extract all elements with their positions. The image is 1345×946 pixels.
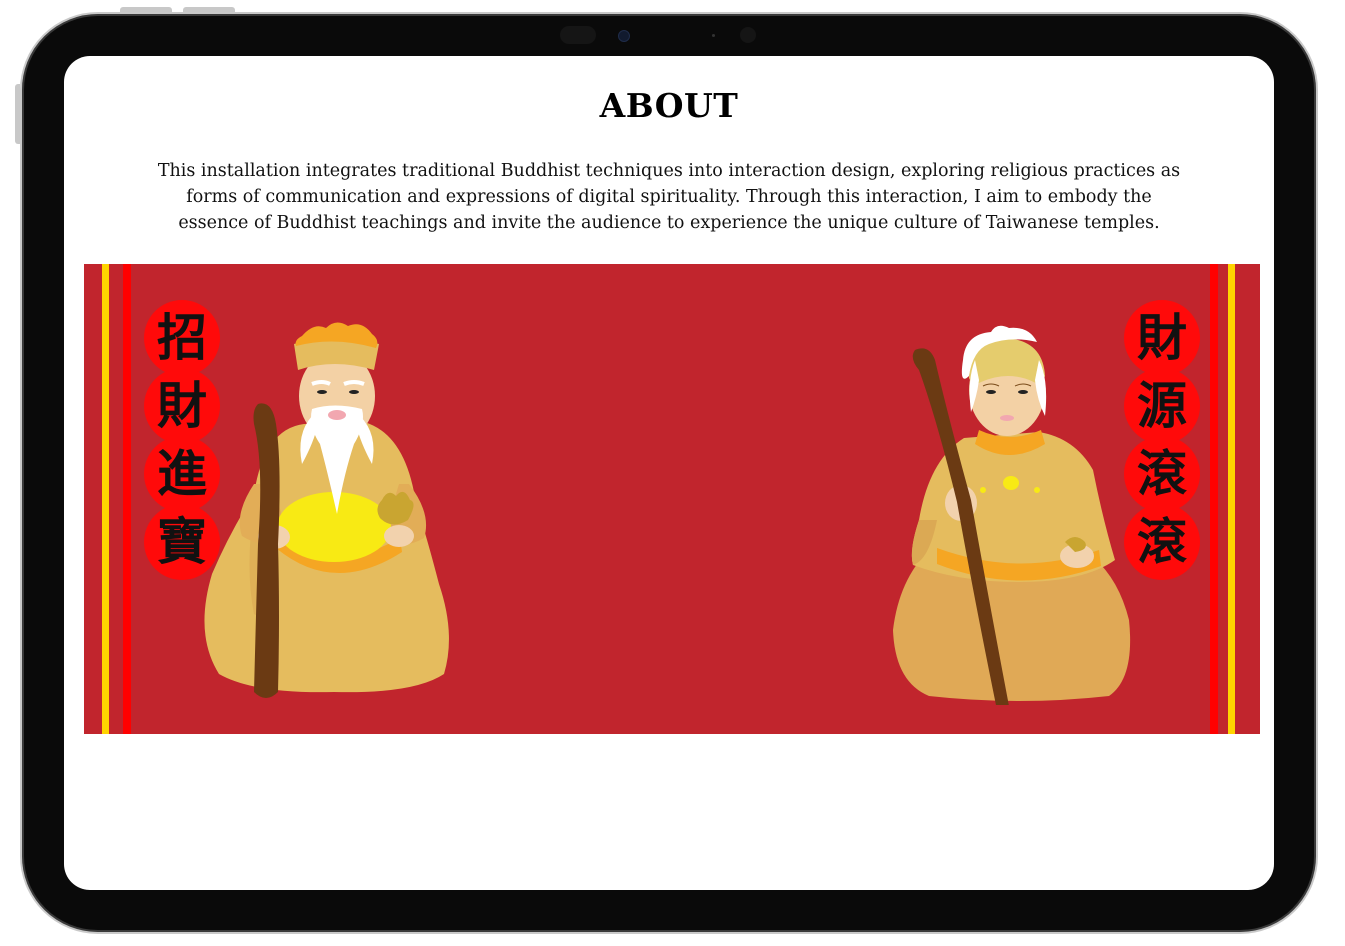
left-red-stripe bbox=[123, 264, 131, 734]
camera-bar bbox=[560, 26, 760, 44]
sensor-icon bbox=[560, 26, 596, 44]
right-red-stripe bbox=[1210, 264, 1218, 734]
earth-god-figure[interactable] bbox=[194, 314, 464, 699]
right-yellow-stripe bbox=[1228, 264, 1235, 734]
left-yellow-stripe bbox=[102, 264, 109, 734]
screen: ABOUT This installation integrates tradi… bbox=[64, 56, 1274, 890]
sensor-icon bbox=[740, 27, 756, 43]
ambient-sensor-icon bbox=[712, 34, 715, 37]
about-description: This installation integrates traditional… bbox=[157, 161, 1181, 233]
page-title: ABOUT bbox=[599, 86, 739, 125]
earth-goddess-figure[interactable] bbox=[879, 320, 1149, 705]
temple-banner[interactable]: 招 財 進 寶 財 源 滾 滾 bbox=[84, 264, 1260, 734]
camera-lens-icon bbox=[618, 30, 630, 42]
